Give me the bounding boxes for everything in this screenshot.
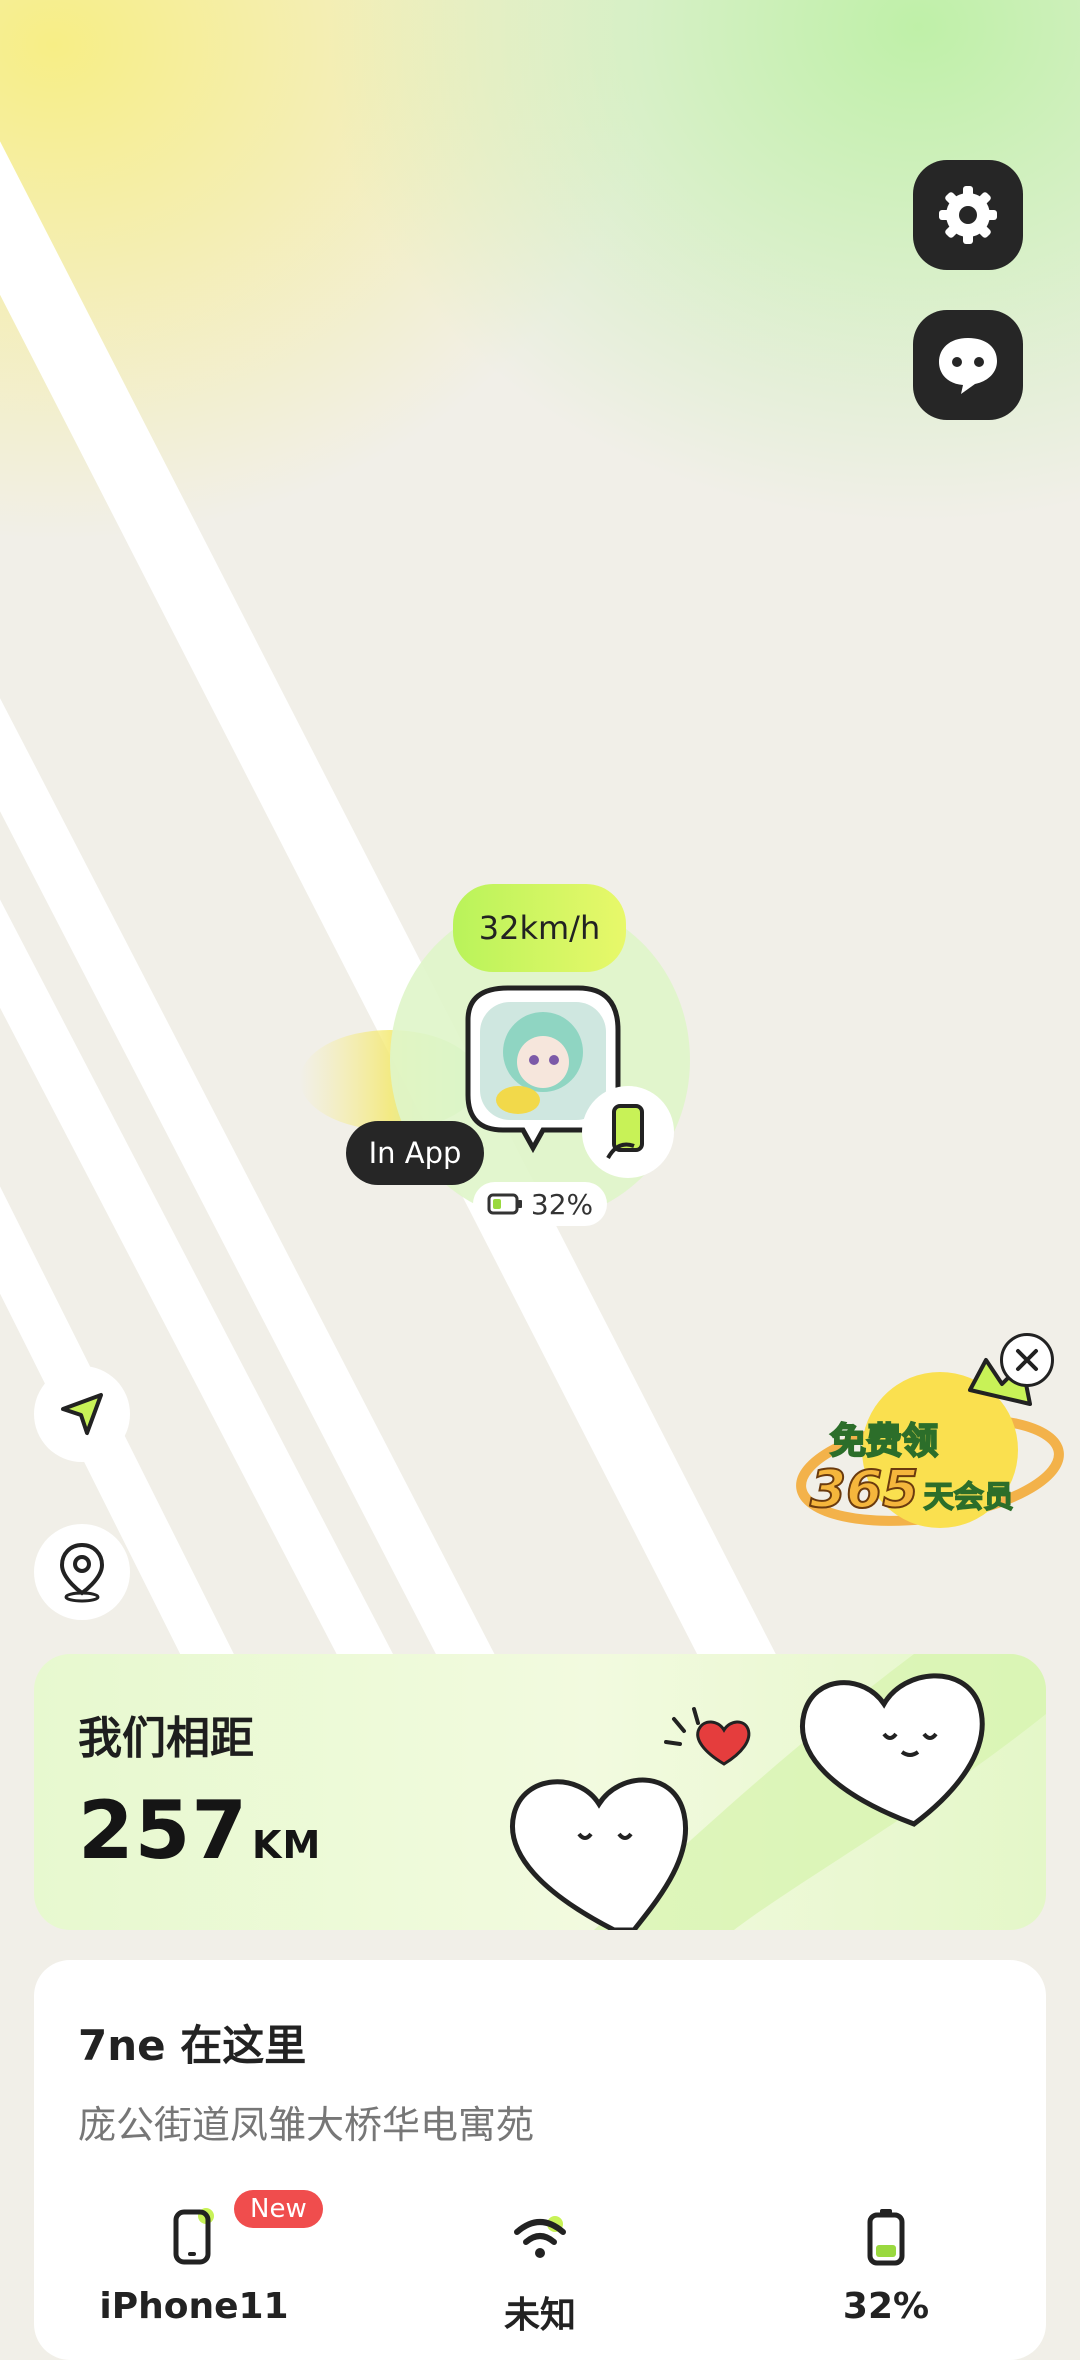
battery-stat: 32% [766,2202,1006,2327]
location-address: 庞公街道凤雏大桥华电寓苑 [78,2103,535,2147]
location-pin-icon [59,1542,105,1603]
battery-icon [487,1193,522,1215]
new-badge: New [234,2190,323,2228]
user-avatar-marker[interactable] [448,980,688,1190]
chat-bubble-icon [939,338,997,394]
distance-title: 我们相距 [78,1713,254,1764]
device-name: iPhone11 [99,2286,289,2327]
location-info-card[interactable]: 7ne 在这里 庞公街道凤雏大桥华电寓苑 iPhone11 未知 32% [34,1960,1046,2360]
promo-close-button[interactable] [1000,1333,1054,1387]
battery-level: 32% [842,2286,930,2327]
location-title: 7ne 在这里 [78,2021,307,2070]
promo-text: 天会员 [923,1479,1015,1516]
settings-button[interactable] [913,160,1023,270]
locate-me-button[interactable] [34,1366,130,1462]
marker-battery: 32% [473,1182,607,1226]
chat-button[interactable] [913,310,1023,420]
speed-bubble: 32km/h [453,884,626,972]
app-status-badge: In App [346,1121,484,1185]
marker-battery-text: 32% [530,1187,594,1221]
gear-icon [939,186,997,244]
phone-icon [173,2208,214,2265]
location-pin-button[interactable] [34,1524,130,1620]
promo-line2: 365 天会员 [809,1459,1015,1521]
battery-vertical-icon [867,2209,905,2266]
distance-card[interactable]: 我们相距 257 KM [34,1654,1046,1930]
distance-value-line: 257 KM [78,1784,321,1877]
promo-number: 365 [809,1459,920,1521]
distance-unit: KM [252,1823,322,1867]
navigation-arrow-icon [61,1393,103,1435]
network-stat: 未知 [420,2202,660,2338]
distance-value: 257 [78,1784,248,1877]
network-status: 未知 [503,2295,576,2336]
close-icon [1016,1349,1038,1371]
wifi-icon [514,2216,566,2258]
promo-line1: 免费领 [829,1420,939,1463]
